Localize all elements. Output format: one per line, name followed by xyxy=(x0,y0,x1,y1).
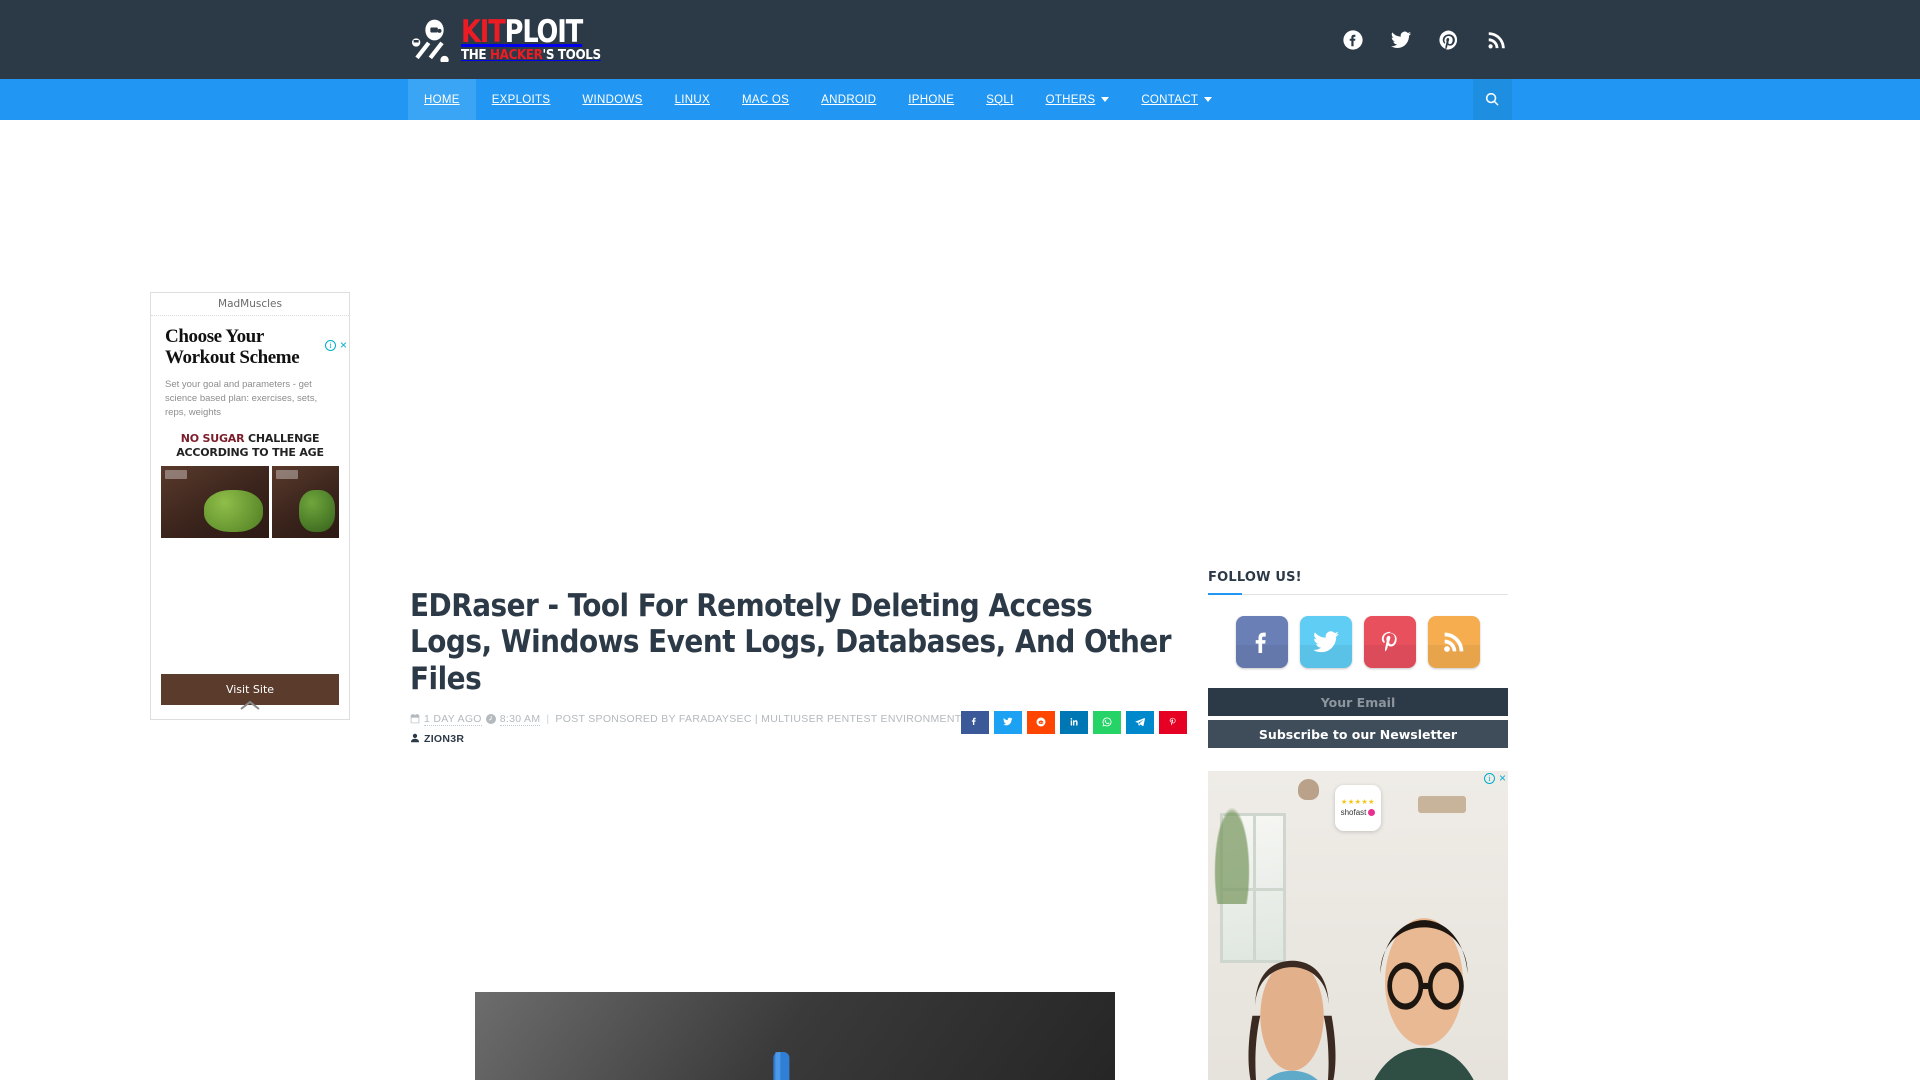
follow-us-label: FOLLOW US! xyxy=(1208,570,1302,585)
inline-advertisement-slot xyxy=(410,772,1180,962)
person-left xyxy=(1248,960,1336,1080)
header-social-links xyxy=(1342,29,1508,51)
nav-item-label: CONTACT xyxy=(1141,93,1199,106)
share-reddit[interactable] xyxy=(1027,710,1056,734)
nav-item-linux[interactable]: LINUX xyxy=(659,79,726,120)
site-header: KITPLOIT THE HACKER'S TOOLS xyxy=(0,0,1920,79)
nav-item-label: IPHONE xyxy=(908,93,955,106)
follow-rss[interactable] xyxy=(1428,616,1480,668)
chevron-down-icon xyxy=(1204,97,1213,102)
calendar-icon xyxy=(410,714,420,724)
ad-headline-line1: Choose Your xyxy=(165,326,264,347)
follow-us-heading: FOLLOW US! xyxy=(1208,570,1508,595)
ad-headline-line2: Workout Scheme xyxy=(165,347,300,369)
page-title: EDRaser - Tool For Remotely Deleting Acc… xyxy=(410,588,1172,697)
right-sidebar-advertisement[interactable]: ★★★★★ shofast i × xyxy=(1208,771,1508,1080)
page-body: MadMuscles i × Choose Your Workout Schem… xyxy=(0,120,1920,1080)
chevron-down-icon xyxy=(1101,97,1110,102)
ad-advertiser-name: MadMuscles xyxy=(151,293,349,316)
meta-separator: | xyxy=(546,713,550,726)
email-field[interactable] xyxy=(1208,688,1508,716)
site-logo[interactable]: KITPLOIT THE HACKER'S TOOLS xyxy=(412,16,613,64)
post-sponsor: POST SPONSORED BY FARADAYSEC | MULTIUSER… xyxy=(555,713,962,726)
right-ad-info-icon[interactable]: i xyxy=(1483,773,1495,784)
clock-icon xyxy=(485,714,496,725)
logo-kit-text: KIT xyxy=(461,14,506,50)
ad-info-icon[interactable]: i xyxy=(324,340,336,351)
nav-item-contact[interactable]: CONTACT xyxy=(1125,79,1228,120)
top-advertisement-slot xyxy=(410,270,1180,550)
share-linkedin[interactable] xyxy=(1060,710,1089,734)
logo-ploit-text: PLOIT xyxy=(504,14,584,50)
right-sidebar: FOLLOW US! Subscribe to our Newsletter xyxy=(1208,570,1508,748)
left-sidebar-advertisement[interactable]: MadMuscles i × Choose Your Workout Schem… xyxy=(150,292,350,720)
follow-twitter[interactable] xyxy=(1300,616,1352,668)
nav-item-label: HOME xyxy=(424,93,460,106)
nav-item-android[interactable]: ANDROID xyxy=(805,79,892,120)
twitter-icon[interactable] xyxy=(1390,29,1412,51)
ad-brand-dot-icon xyxy=(1368,809,1376,816)
ad-creative-cell xyxy=(272,465,339,538)
share-telegram[interactable] xyxy=(1126,710,1155,734)
ad-creative-image: NO SUGAR CHALLENGE ACCORDING TO THE AGE xyxy=(161,432,339,654)
user-icon xyxy=(410,733,420,746)
nav-item-iphone[interactable]: IPHONE xyxy=(892,79,970,120)
share-pinterest[interactable] xyxy=(1159,710,1188,734)
ad-creative-cell xyxy=(161,465,270,538)
nav-item-sqli[interactable]: SQLI xyxy=(970,79,1029,120)
ad-creative-cell xyxy=(161,599,218,654)
logo-sub-the: THE xyxy=(461,48,491,63)
post-meta: 1 DAY AGO 8:30 AM | POST SPONSORED BY FA… xyxy=(410,710,1188,746)
nav-item-label: EXPLOITS xyxy=(491,93,551,106)
nav-item-exploits[interactable]: EXPLOITS xyxy=(476,79,567,120)
logo-sub-hacker: HACKER xyxy=(490,48,543,63)
ad-description: Set your goal and parameters - get scien… xyxy=(165,378,318,419)
main-navigation: HOME EXPLOITS WINDOWS LINUX MAC OS ANDROID IPH… xyxy=(0,79,1920,120)
nav-item-label: ANDROID xyxy=(821,93,877,106)
rss-icon[interactable] xyxy=(1486,29,1508,51)
person-right xyxy=(1374,918,1474,1080)
ad-creative-title-a: NO SUGAR xyxy=(180,432,248,446)
nav-item-label: WINDOWS xyxy=(582,93,643,106)
ad-rating-stars: ★★★★★ xyxy=(1341,799,1375,806)
right-ad-close-icon[interactable]: × xyxy=(1499,772,1506,784)
ad-collapse-button[interactable] xyxy=(150,693,350,717)
share-twitter[interactable] xyxy=(994,710,1023,734)
ad-creative-title-b: CHALLENGE xyxy=(248,432,320,446)
nav-item-others[interactable]: OTHERS xyxy=(1030,79,1126,120)
logo-sub-tools: 'S TOOLS xyxy=(542,48,602,63)
main-content: EDRaser - Tool For Remotely Deleting Acc… xyxy=(410,270,1188,1080)
subscribe-button[interactable]: Subscribe to our Newsletter xyxy=(1208,720,1508,748)
share-facebook[interactable] xyxy=(961,710,990,734)
nav-item-mac-os[interactable]: MAC OS xyxy=(726,79,805,120)
nav-item-label: MAC OS xyxy=(741,93,790,106)
nav-item-label: SQLI xyxy=(986,93,1014,106)
nav-item-label: OTHERS xyxy=(1045,93,1096,106)
search-icon[interactable] xyxy=(1473,79,1512,120)
broom-illustration xyxy=(773,1051,790,1080)
ad-brand-name: shofast xyxy=(1340,808,1367,817)
social-share-buttons xyxy=(961,710,1188,734)
ad-brand-logo: ★★★★★ shofast xyxy=(1335,785,1381,831)
pinterest-icon[interactable] xyxy=(1438,29,1460,51)
facebook-icon[interactable] xyxy=(1342,29,1364,51)
ad-close-icon[interactable]: × xyxy=(340,339,347,351)
post-featured-image: 0100 0110 1001 0011 0101 1100 0010 1110 … xyxy=(475,991,1115,1080)
ad-creative-cell xyxy=(221,599,278,654)
heading-underline xyxy=(1208,593,1242,595)
post-author[interactable]: ZION3R xyxy=(424,733,464,745)
post-date[interactable]: 1 DAY AGO xyxy=(424,713,482,726)
nav-item-windows[interactable]: WINDOWS xyxy=(566,79,658,120)
nav-item-home[interactable]: HOME xyxy=(408,79,476,120)
follow-facebook[interactable] xyxy=(1236,616,1288,668)
follow-pinterest[interactable] xyxy=(1364,616,1416,668)
skull-wrench-icon xyxy=(412,18,452,64)
nav-item-label: LINUX xyxy=(674,93,710,106)
ad-creative-title-line2: ACCORDING TO THE AGE xyxy=(176,446,324,460)
post-time[interactable]: 8:30 AM xyxy=(499,713,541,726)
share-whatsapp[interactable] xyxy=(1093,710,1122,734)
ad-creative-cell xyxy=(282,599,339,654)
follow-social-icons xyxy=(1208,616,1508,668)
